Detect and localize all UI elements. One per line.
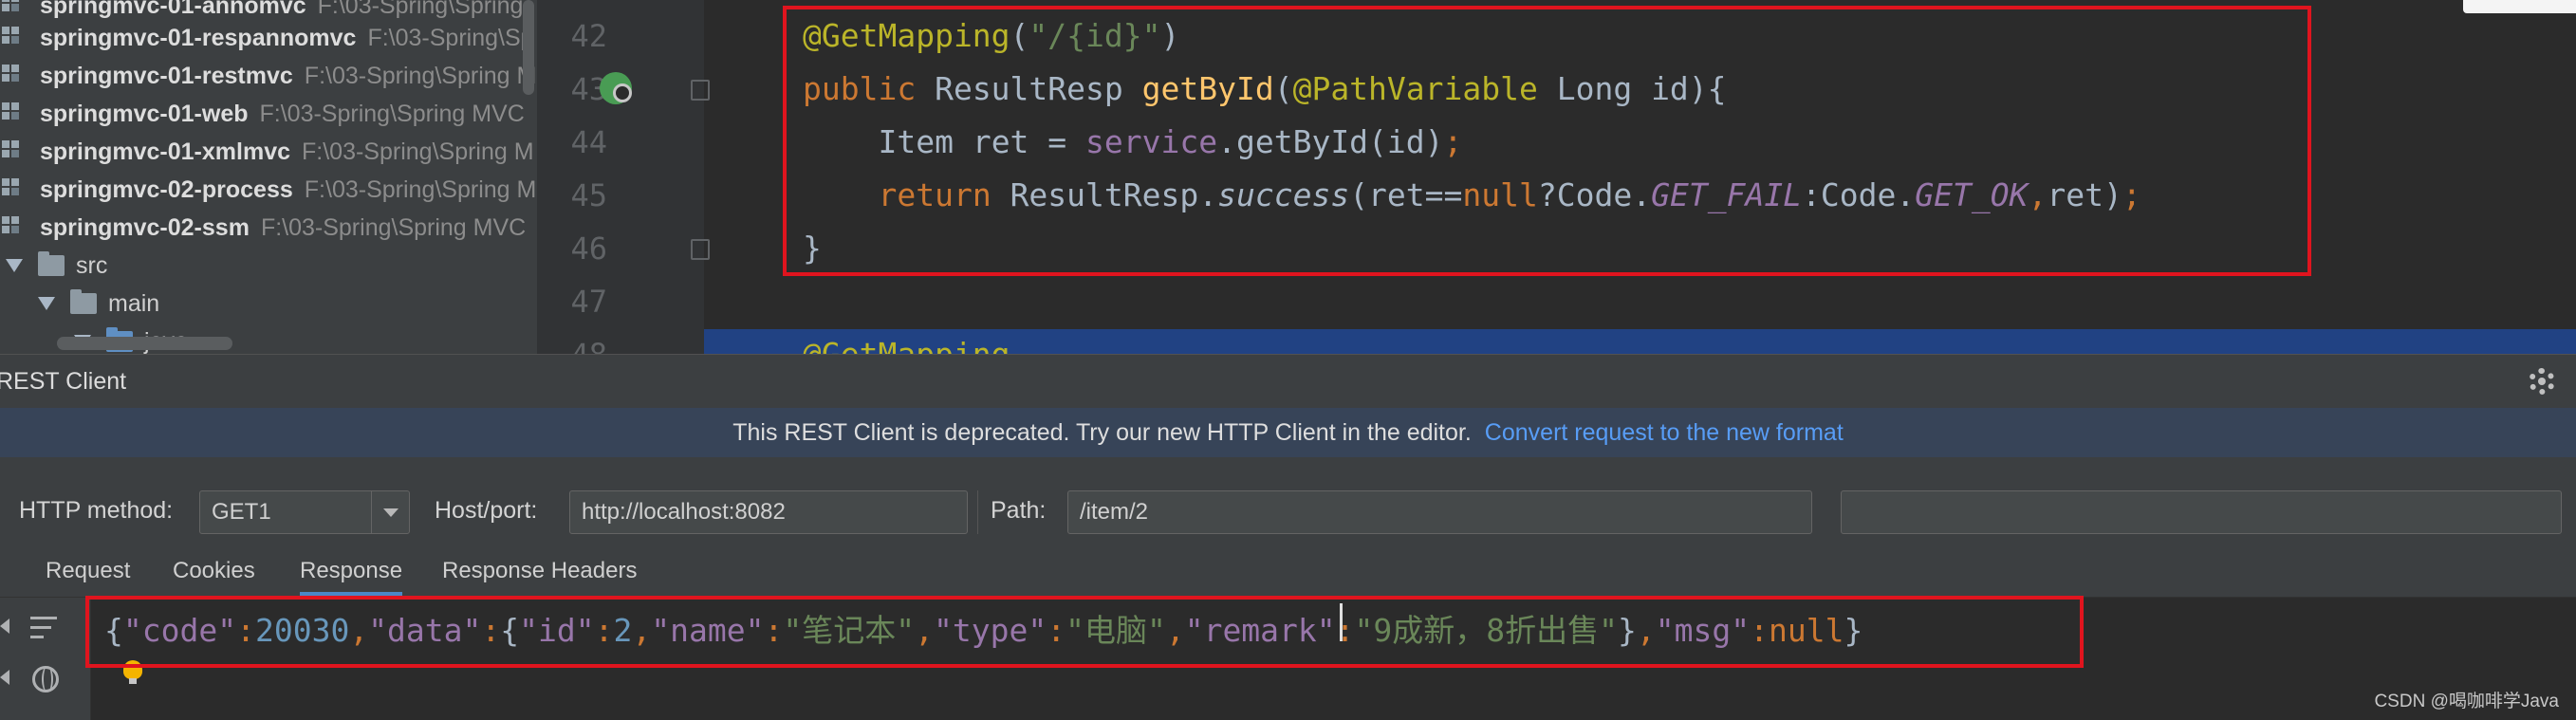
module-icon <box>2 102 27 125</box>
banner-message: This REST Client is deprecated. Try our … <box>732 419 1472 446</box>
rest-client-header: REST Client <box>0 354 2576 408</box>
folder-name: src <box>76 251 108 279</box>
http-method-select[interactable]: GET1 <box>199 490 410 534</box>
response-side-toolbar <box>0 598 91 720</box>
module-icon <box>2 65 27 87</box>
deprecation-banner: This REST Client is deprecated. Try our … <box>0 408 2576 457</box>
fold-marker-icon[interactable] <box>691 80 710 101</box>
toolbar-divider <box>977 490 978 534</box>
tree-module-item[interactable]: springmvc-01-respannomvc F:\03-Spring\Sp <box>2 19 534 57</box>
request-toolbar: HTTP method: GET1 Host/port: http://loca… <box>0 457 2576 548</box>
collapse-arrow-icon[interactable] <box>0 670 9 685</box>
chevron-down-icon[interactable] <box>371 491 409 533</box>
overlay-toolbar-widget[interactable] <box>2463 0 2576 13</box>
module-path: F:\03-Spring\Spring MVC <box>259 100 525 127</box>
line-number: 44 <box>570 124 607 160</box>
highlight-box-response <box>85 596 2084 668</box>
code-line-48: @GetMapping <box>803 328 1010 354</box>
module-icon <box>2 140 27 163</box>
rest-tabs: Request Cookies Response Response Header… <box>0 548 2576 598</box>
module-name: springmvc-01-web <box>40 100 249 127</box>
gear-icon[interactable] <box>2529 368 2555 395</box>
module-path: F:\03-Spring\Sp <box>367 24 534 51</box>
convert-request-link[interactable]: Convert request to the new format <box>1485 419 1844 446</box>
tab-response[interactable]: Response <box>300 558 403 596</box>
tree-folder-src[interactable]: src <box>6 247 107 285</box>
tab-response-headers[interactable]: Response Headers <box>442 558 637 596</box>
response-viewer[interactable]: {"code":20030,"data":{"id":2,"name":"笔记本… <box>85 596 2576 720</box>
module-name: springmvc-01-respannomvc <box>40 24 357 51</box>
module-path: F:\03-Spring\Spring M <box>304 175 537 203</box>
extra-input[interactable] <box>1841 490 2562 534</box>
module-name: springmvc-01-restmvc <box>40 62 293 89</box>
module-icon <box>2 27 27 49</box>
host-port-input[interactable]: http://localhost:8082 <box>569 490 968 534</box>
module-name: springmvc-02-process <box>40 175 293 203</box>
tree-horizontal-scrollbar[interactable] <box>57 337 232 350</box>
code-editor[interactable]: 42 43 44 45 46 47 48 @GetMapping("/{id}"… <box>537 0 2576 354</box>
line-number: 47 <box>570 284 607 320</box>
globe-icon[interactable] <box>32 666 59 692</box>
path-input[interactable]: /item/2 <box>1067 490 1812 534</box>
tree-module-item[interactable]: springmvc-01-web F:\03-Spring\Spring MVC <box>2 95 525 133</box>
line-number: 45 <box>570 177 607 213</box>
expand-arrow-icon[interactable] <box>38 297 55 310</box>
module-path: F:\03-Spring\Spring MVC <box>260 213 527 241</box>
tree-folder-main[interactable]: main <box>38 285 159 323</box>
tree-module-item[interactable]: springmvc-01-restmvc F:\03-Spring\Spring… <box>2 57 536 95</box>
collapse-arrow-icon[interactable] <box>0 618 9 634</box>
project-tree: springmvc-01-annomvc F:\03-Spring\Spring… <box>0 0 537 354</box>
module-path: F:\03-Spring\Spring M <box>302 138 534 165</box>
line-number: 43 <box>570 71 607 107</box>
ide-window: springmvc-01-annomvc F:\03-Spring\Spring… <box>0 0 2576 720</box>
line-number: 48 <box>550 328 607 354</box>
tool-window-title: REST Client <box>0 368 127 395</box>
fold-marker-icon[interactable] <box>691 239 710 260</box>
watermark: CSDN @喝咖啡学Java <box>2374 692 2559 711</box>
expand-arrow-icon[interactable] <box>6 259 23 272</box>
host-port-label: Host/port: <box>435 497 538 524</box>
module-name: springmvc-01-annomvc <box>40 0 306 19</box>
tab-cookies[interactable]: Cookies <box>173 558 255 596</box>
highlight-box-code <box>783 6 2311 276</box>
run-gutter-icon[interactable] <box>600 72 632 104</box>
folder-icon <box>38 251 65 276</box>
tree-vertical-scrollbar[interactable] <box>523 0 534 95</box>
tree-module-item[interactable]: springmvc-02-ssm F:\03-Spring\Spring MVC <box>2 209 526 247</box>
tree-module-item[interactable]: springmvc-01-xmlmvc F:\03-Spring\Spring … <box>2 133 534 171</box>
line-number: 42 <box>570 18 607 54</box>
http-method-label: HTTP method: <box>19 497 174 524</box>
tree-module-item[interactable]: springmvc-02-process F:\03-Spring\Spring… <box>2 171 536 209</box>
module-icon <box>2 216 27 239</box>
line-number: 46 <box>570 231 607 267</box>
module-path: F:\03-Spring\Spring <box>317 0 524 19</box>
folder-icon <box>70 289 97 314</box>
soft-wrap-icon[interactable] <box>30 615 59 641</box>
path-value: /item/2 <box>1080 499 1149 525</box>
module-icon <box>2 178 27 201</box>
module-name: springmvc-01-xmlmvc <box>40 138 291 165</box>
module-name: springmvc-02-ssm <box>40 213 250 241</box>
folder-name: main <box>108 289 160 317</box>
tab-request[interactable]: Request <box>46 558 130 596</box>
http-method-value: GET1 <box>212 499 271 525</box>
host-port-value: http://localhost:8082 <box>582 499 786 525</box>
module-path: F:\03-Spring\Spring M <box>304 62 537 89</box>
path-label: Path: <box>991 497 1047 524</box>
module-icon <box>2 0 27 17</box>
